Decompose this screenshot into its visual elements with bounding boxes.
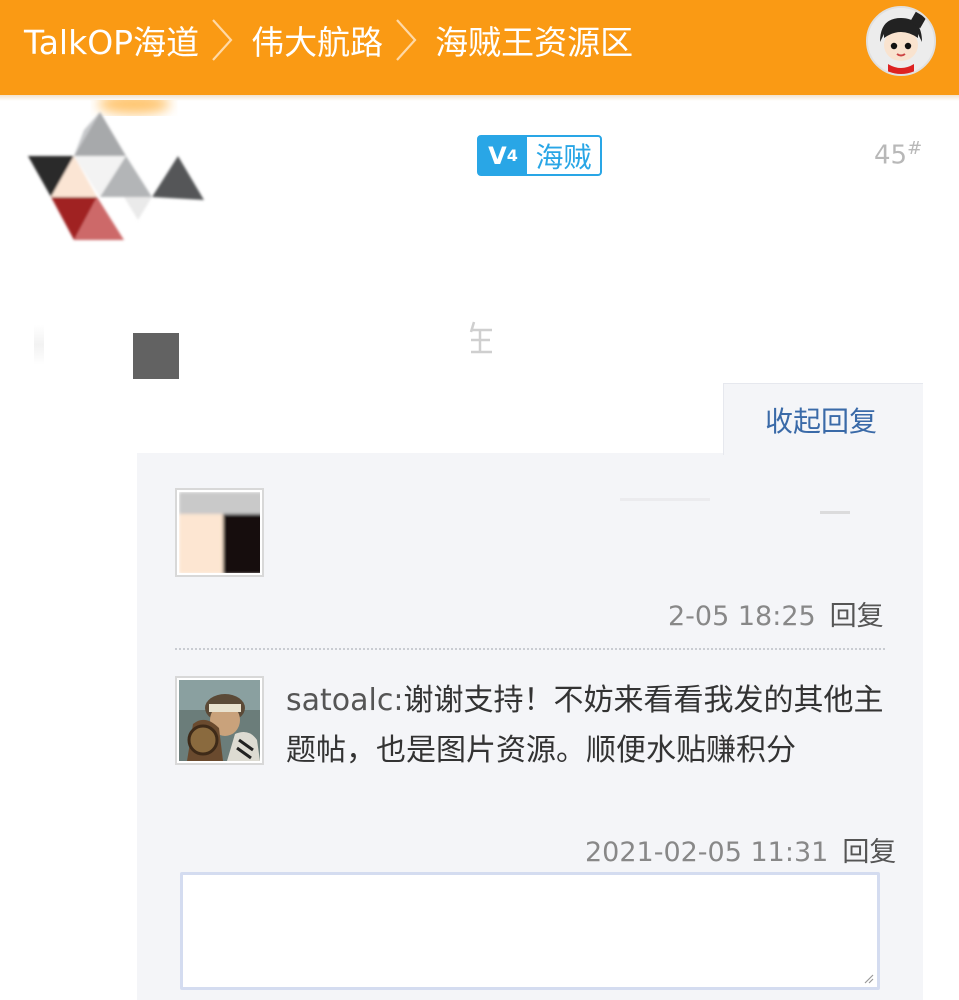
reply-avatar[interactable] bbox=[175, 676, 264, 765]
divider bbox=[175, 648, 885, 650]
floor-mark: # bbox=[907, 138, 923, 159]
blurred-image-fragment bbox=[133, 333, 179, 379]
vip-level-badge: V4 海贼 bbox=[477, 135, 602, 176]
reply-textarea[interactable] bbox=[180, 872, 880, 990]
blurred-text-fragment bbox=[620, 498, 710, 501]
vip-level: 4 bbox=[506, 146, 518, 165]
chevron-right-icon bbox=[207, 18, 235, 62]
blurred-text-fragment bbox=[820, 511, 850, 514]
vip-title: 海贼 bbox=[535, 140, 592, 174]
vip-icon: V4 bbox=[479, 137, 527, 174]
blurred-text-fragment bbox=[34, 325, 44, 365]
post-author-avatar[interactable] bbox=[24, 100, 209, 250]
reply-content: satoalc:谢谢支持！不妨来看看我发的其他主题帖，也是图片资源。顺便水贴赚积… bbox=[286, 676, 886, 776]
floor-number-value: 45 bbox=[874, 140, 908, 171]
reply-button[interactable]: 回复 bbox=[830, 601, 884, 632]
blurred-text-fragment bbox=[468, 320, 494, 365]
reply-avatar[interactable] bbox=[175, 488, 264, 577]
breadcrumb-home-link[interactable]: TalkOP海道 bbox=[24, 16, 199, 64]
user-avatar[interactable] bbox=[866, 6, 936, 76]
chevron-right-icon bbox=[391, 18, 419, 62]
reply-date: 2021-02-05 11:31 bbox=[585, 837, 829, 868]
reply-button[interactable]: 回复 bbox=[842, 837, 896, 868]
reply-username[interactable]: satoalc: bbox=[286, 683, 403, 718]
resize-grip-icon[interactable] bbox=[862, 972, 874, 984]
reply-meta: 2-05 18:25 回复 bbox=[668, 594, 884, 633]
vip-prefix: V bbox=[488, 141, 507, 170]
breadcrumb-forum-link[interactable]: 伟大航路 bbox=[251, 16, 383, 64]
breadcrumb-section-link[interactable]: 海贼王资源区 bbox=[435, 16, 633, 64]
reply-date: 2-05 18:25 bbox=[668, 601, 816, 632]
floor-number: 45# bbox=[874, 138, 922, 171]
collapse-replies-link[interactable]: 收起回复 bbox=[765, 400, 877, 440]
top-nav-bar: TalkOP海道 伟大航路 海贼王资源区 bbox=[0, 0, 959, 95]
reply-meta: 2021-02-05 11:31 回复 bbox=[585, 830, 896, 869]
breadcrumb: TalkOP海道 伟大航路 海贼王资源区 bbox=[24, 16, 633, 64]
